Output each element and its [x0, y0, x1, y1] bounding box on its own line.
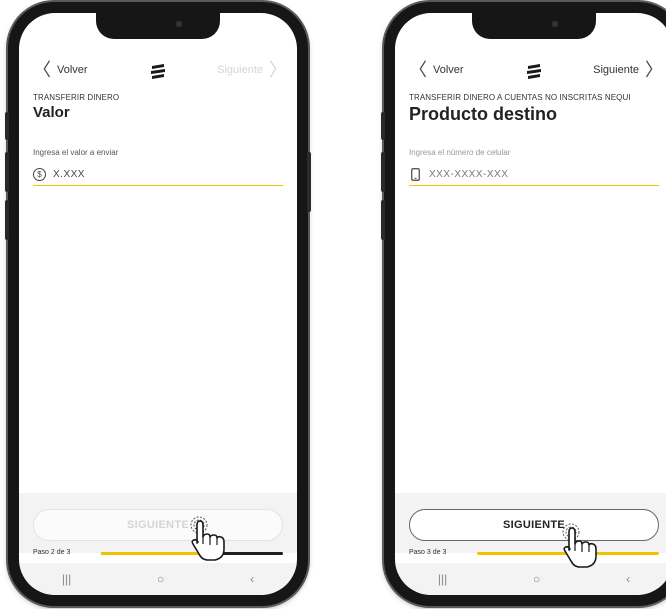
page-title: Producto destino: [409, 104, 557, 124]
back-button[interactable]: 〈 Volver: [33, 61, 88, 79]
chevron-right-icon: 〉: [269, 60, 287, 80]
chevron-right-icon: 〉: [645, 60, 663, 80]
phone-number-value: XXX-XXXX-XXX: [429, 168, 509, 180]
back-button[interactable]: 〈 Volver: [409, 61, 464, 79]
camera-dot: [552, 21, 558, 27]
recents-icon[interactable]: |||: [62, 572, 71, 586]
phone-left: 〈 Volver Siguiente 〉 TRANSFERIR DINERO V…: [5, 2, 311, 606]
system-nav-bar: ||| ○ ‹: [19, 563, 297, 595]
next-header-button[interactable]: Siguiente 〉: [593, 61, 663, 79]
amount-input[interactable]: $ X.XXX: [33, 163, 283, 186]
siguiente-label: SIGUIENTE: [127, 519, 189, 531]
back-nav-icon[interactable]: ‹: [250, 572, 254, 586]
flow-eyebrow: TRANSFERIR DINERO A CUENTAS NO INSCRITAS…: [409, 93, 631, 102]
bancolombia-logo-icon: [527, 64, 541, 79]
app-header: 〈 Volver Siguiente 〉: [395, 59, 666, 85]
next-label: Siguiente: [593, 64, 639, 76]
next-header-button[interactable]: Siguiente 〉: [217, 61, 287, 79]
volume-button: [381, 112, 385, 140]
camera-dot: [176, 21, 182, 27]
chevron-left-icon: 〈: [33, 60, 51, 80]
siguiente-button[interactable]: SIGUIENTE: [409, 509, 659, 541]
screen-valor: 〈 Volver Siguiente 〉 TRANSFERIR DINERO V…: [19, 13, 297, 595]
back-label: Volver: [57, 64, 88, 76]
notch: [472, 13, 596, 39]
bancolombia-logo-icon: [151, 64, 165, 79]
tap-hand-icon: [562, 523, 597, 568]
system-nav-bar: ||| ○ ‹: [395, 563, 666, 595]
phone-number-input[interactable]: XXX-XXXX-XXX: [409, 163, 659, 186]
amount-field-label: Ingresa el valor a enviar: [33, 148, 119, 157]
chevron-left-icon: 〈: [409, 60, 427, 80]
phone-right: 〈 Volver Siguiente 〉 TRANSFERIR DINERO A…: [381, 2, 666, 606]
back-label: Volver: [433, 64, 464, 76]
mobile-phone-icon: [409, 167, 422, 181]
back-nav-icon[interactable]: ‹: [626, 572, 630, 586]
step-indicator: Paso 2 de 3: [33, 549, 71, 556]
dollar-coin-icon: $: [33, 167, 46, 181]
phone-field-label: Ingresa el número de celular: [409, 148, 511, 157]
home-icon[interactable]: ○: [157, 572, 164, 586]
volume-button: [5, 200, 9, 240]
siguiente-button[interactable]: SIGUIENTE: [33, 509, 283, 541]
volume-button: [5, 112, 9, 140]
home-icon[interactable]: ○: [533, 572, 540, 586]
page-title: Valor: [33, 104, 70, 121]
power-button: [307, 152, 311, 212]
volume-button: [5, 152, 9, 192]
step-indicator: Paso 3 de 3: [409, 549, 447, 556]
recents-icon[interactable]: |||: [438, 572, 447, 586]
next-label: Siguiente: [217, 64, 263, 76]
screen-producto-destino: 〈 Volver Siguiente 〉 TRANSFERIR DINERO A…: [395, 13, 666, 595]
amount-value: X.XXX: [53, 168, 85, 180]
app-header: 〈 Volver Siguiente 〉: [19, 59, 297, 85]
flow-eyebrow: TRANSFERIR DINERO: [33, 93, 120, 102]
volume-button: [381, 152, 385, 192]
tap-hand-icon: [190, 516, 225, 561]
notch: [96, 13, 220, 39]
volume-button: [381, 200, 385, 240]
